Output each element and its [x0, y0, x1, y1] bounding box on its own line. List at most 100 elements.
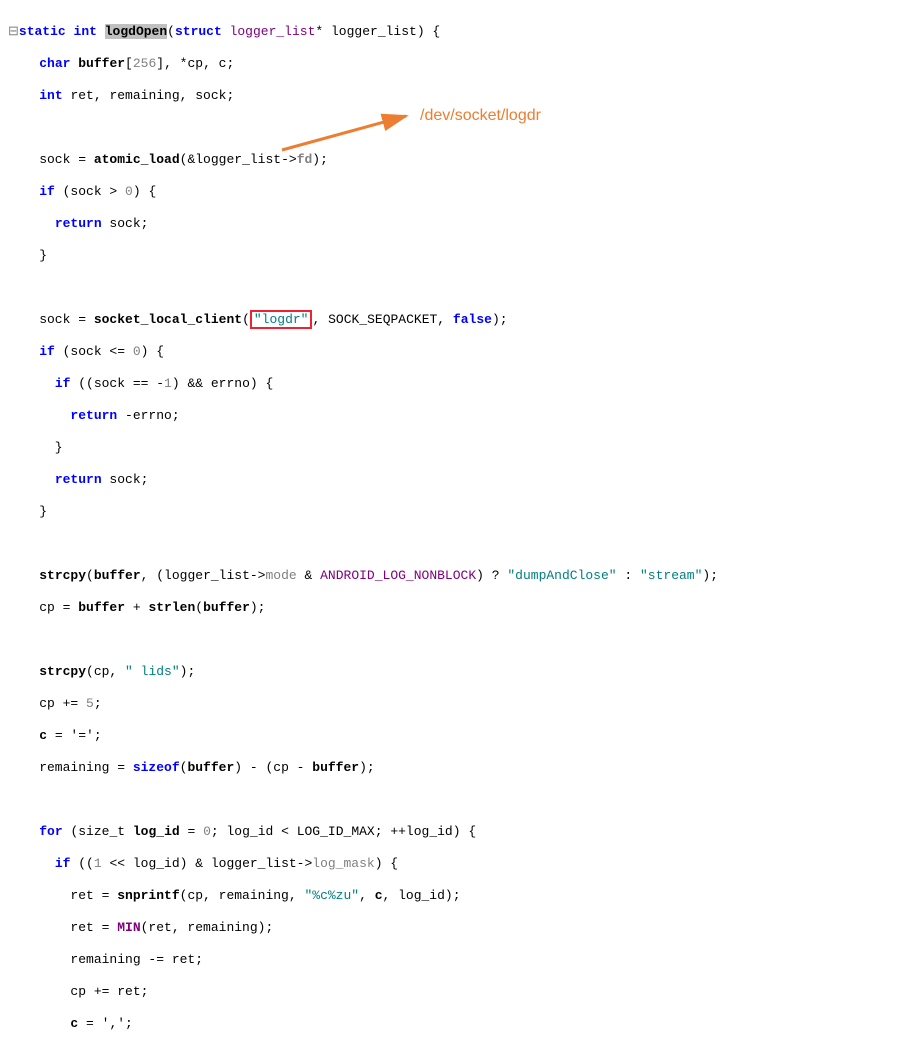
code-token: sock =: [8, 312, 94, 327]
code-token: ) {: [141, 344, 164, 359]
code-line: if ((sock == -1) && errno) {: [8, 376, 894, 392]
code-token: "%c%zu": [304, 888, 359, 903]
code-token: , (logger_list->: [141, 568, 266, 583]
code-token: &: [297, 568, 320, 583]
code-token: +: [125, 600, 148, 615]
code-token: );: [359, 760, 375, 775]
code-token: sock;: [109, 216, 148, 231]
code-line: return -errno;: [8, 408, 894, 424]
code-line: return sock;: [8, 216, 894, 232]
code-token: (sock >: [63, 184, 125, 199]
code-line: }: [8, 248, 894, 264]
code-token: [8, 664, 39, 679]
code-token: (: [86, 568, 94, 583]
code-token: if: [39, 344, 62, 359]
code-line: [8, 536, 894, 552]
code-token: }: [8, 440, 63, 455]
code-token: cp += ret;: [8, 984, 148, 999]
code-token: = ',';: [78, 1016, 133, 1031]
code-line: [8, 792, 894, 808]
code-token: if: [39, 184, 62, 199]
code-token: cp =: [8, 600, 78, 615]
code-line: cp += 5;: [8, 696, 894, 712]
code-token: c: [70, 1016, 78, 1031]
code-token: (sock <=: [63, 344, 133, 359]
code-token: socket_local_client: [94, 312, 242, 327]
code-token: ) {: [133, 184, 156, 199]
code-token: return: [55, 216, 110, 231]
code-token: }: [8, 504, 47, 519]
code-token: buffer: [78, 56, 125, 71]
code-token: for: [39, 824, 70, 839]
annotation-label: /dev/socket/logdr: [420, 108, 541, 124]
code-token: );: [180, 664, 196, 679]
code-token: ) && errno) {: [172, 376, 273, 391]
code-token: [8, 88, 39, 103]
code-token: );: [492, 312, 508, 327]
code-line: char buffer[256], *cp, c;: [8, 56, 894, 72]
code-line: if ((1 << log_id) & logger_list->log_mas…: [8, 856, 894, 872]
code-token: c: [375, 888, 383, 903]
code-token: [8, 344, 39, 359]
code-line: remaining -= ret;: [8, 952, 894, 968]
code-line: for (size_t log_id = 0; log_id < LOG_ID_…: [8, 824, 894, 840]
code-token: ret =: [8, 920, 117, 935]
code-token: (: [242, 312, 250, 327]
code-line: c = ',';: [8, 1016, 894, 1032]
code-token: 0: [133, 344, 141, 359]
collapse-icon[interactable]: ⊟: [8, 24, 19, 39]
code-token: (size_t: [70, 824, 132, 839]
code-token: static int: [19, 24, 105, 39]
code-token: sock =: [8, 152, 94, 167]
code-token: buffer: [203, 600, 250, 615]
code-token: [8, 376, 55, 391]
code-token: cp +=: [8, 696, 86, 711]
code-token: return: [55, 472, 110, 487]
code-token: (cp,: [86, 664, 125, 679]
code-token: -errno;: [125, 408, 180, 423]
code-token: if: [55, 376, 78, 391]
code-token: * logger_list) {: [315, 24, 440, 39]
code-token: =: [180, 824, 203, 839]
code-line: int ret, remaining, sock;: [8, 88, 894, 104]
code-line: strcpy(cp, " lids");: [8, 664, 894, 680]
code-token: [8, 56, 39, 71]
code-token: ret =: [8, 888, 117, 903]
code-line: strcpy(buffer, (logger_list->mode & ANDR…: [8, 568, 894, 584]
code-token: ANDROID_LOG_NONBLOCK: [320, 568, 476, 583]
code-token: log_id: [133, 824, 180, 839]
code-token: buffer: [312, 760, 359, 775]
code-line: ret = MIN(ret, remaining);: [8, 920, 894, 936]
code-token: "stream": [640, 568, 702, 583]
code-token: strcpy: [39, 568, 86, 583]
code-token: );: [702, 568, 718, 583]
code-token: ((: [78, 856, 94, 871]
code-line: cp += ret;: [8, 984, 894, 1000]
code-line: remaining = sizeof(buffer) - (cp - buffe…: [8, 760, 894, 776]
code-token: buffer: [187, 760, 234, 775]
code-token: buffer: [78, 600, 125, 615]
code-token: strcpy: [39, 664, 86, 679]
code-token: struct: [175, 24, 230, 39]
code-token: ], *cp, c;: [156, 56, 234, 71]
code-token: (ret, remaining);: [141, 920, 274, 935]
code-token: ) ?: [476, 568, 507, 583]
code-line: [8, 632, 894, 648]
code-token: (: [167, 24, 175, 39]
code-token: remaining -= ret;: [8, 952, 203, 967]
code-line: cp = buffer + strlen(buffer);: [8, 600, 894, 616]
code-token: snprintf: [117, 888, 179, 903]
code-token: log_mask: [312, 856, 374, 871]
code-token: logger_list: [230, 24, 316, 39]
code-token: buffer: [94, 568, 141, 583]
code-token: ) - (cp -: [234, 760, 312, 775]
code-token: 1: [94, 856, 102, 871]
code-line: c = '=';: [8, 728, 894, 744]
code-line: }: [8, 440, 894, 456]
code-line: if (sock <= 0) {: [8, 344, 894, 360]
code-token: " lids": [125, 664, 180, 679]
code-line: ⊟static int logdOpen(struct logger_list*…: [8, 24, 894, 40]
code-token: ,: [359, 888, 375, 903]
code-token: , SOCK_SEQPACKET,: [312, 312, 452, 327]
code-token: [8, 856, 55, 871]
